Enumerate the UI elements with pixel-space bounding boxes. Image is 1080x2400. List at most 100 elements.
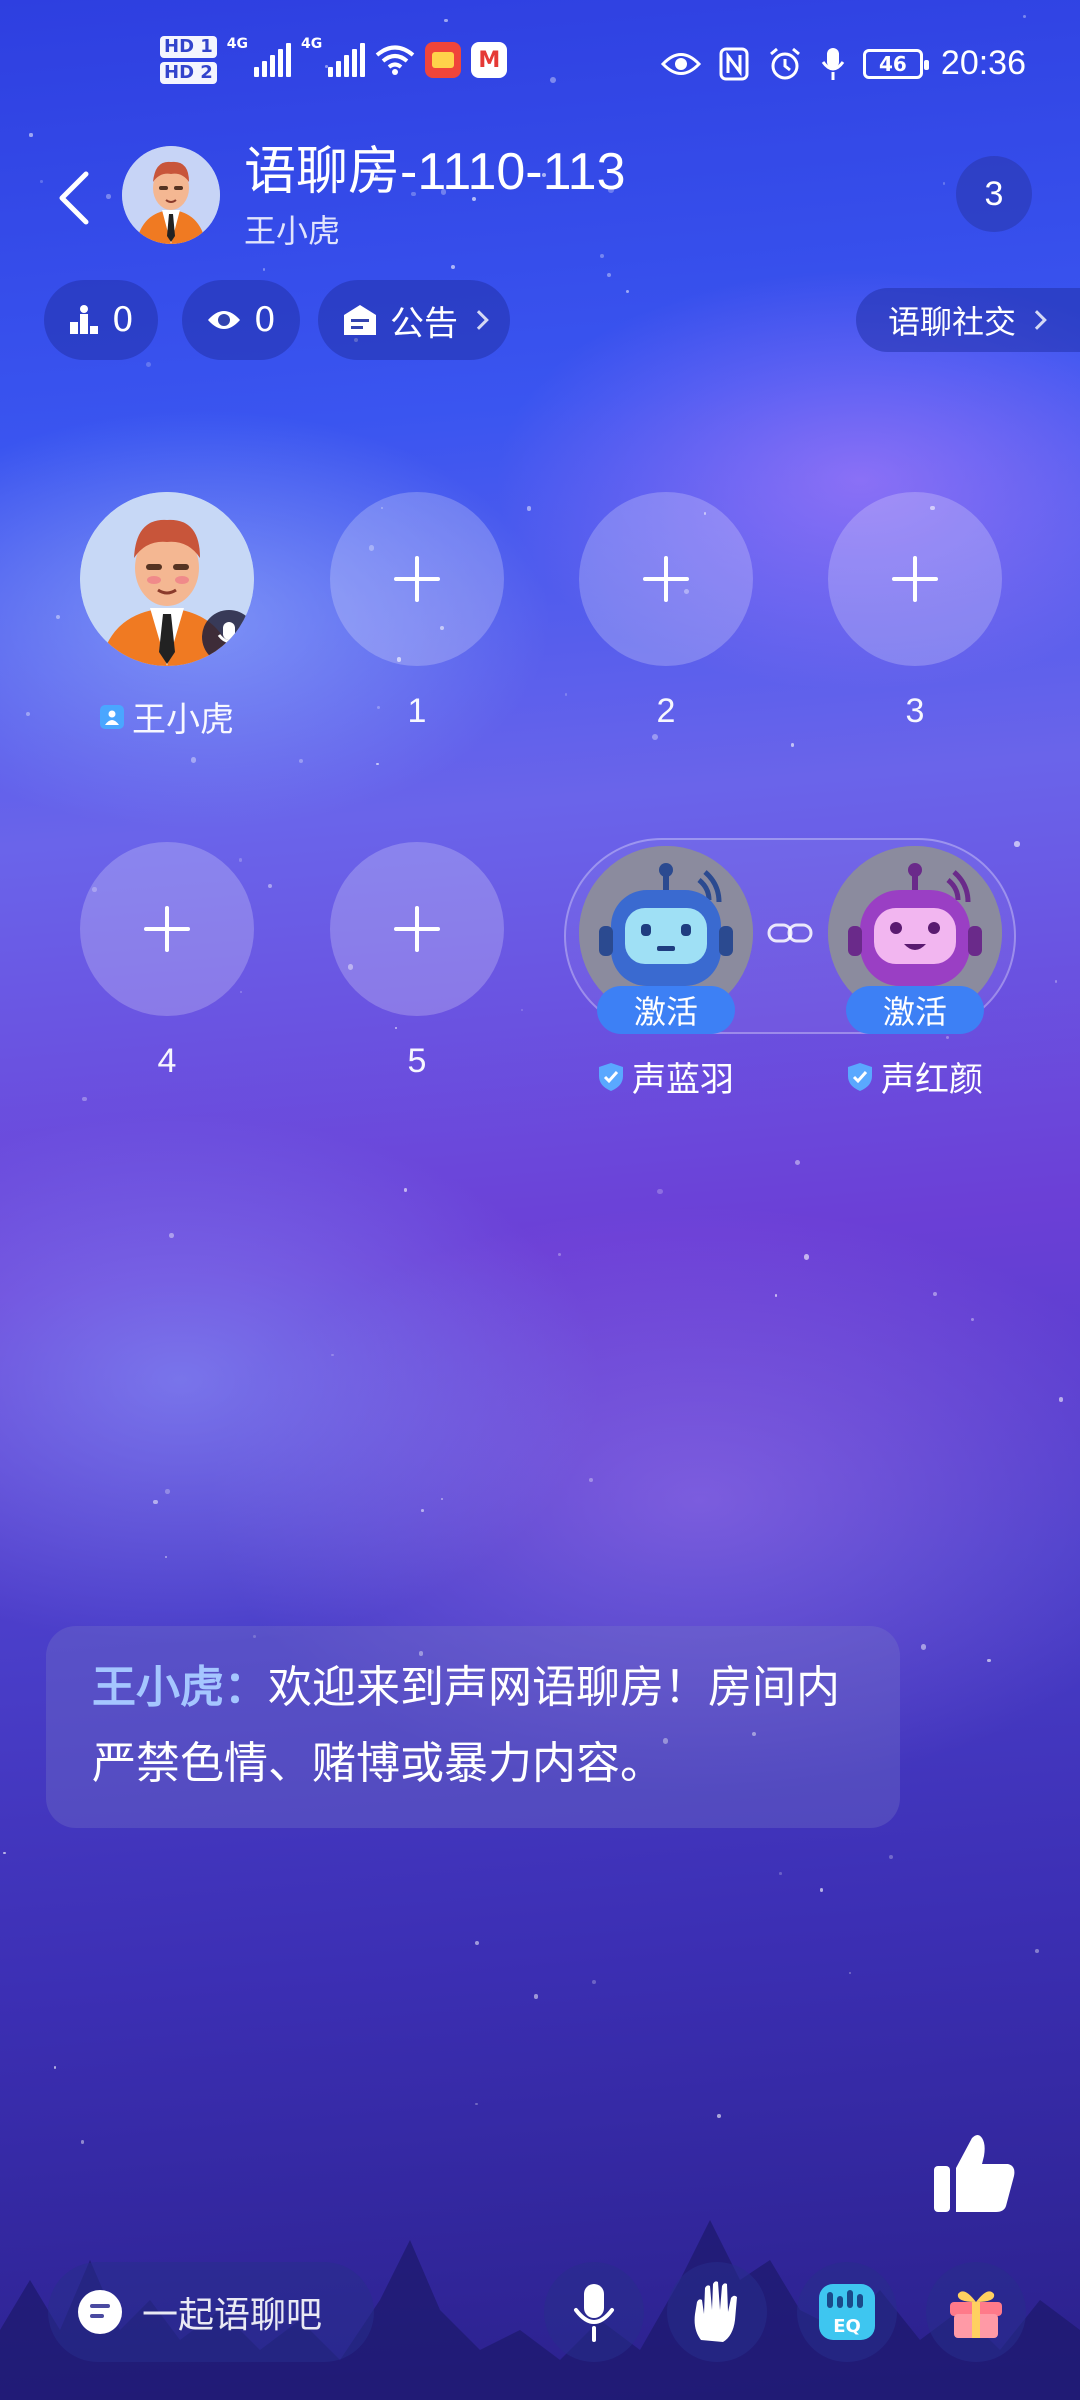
seat-3[interactable]: 3 (828, 492, 1002, 731)
star (1059, 1397, 1064, 1402)
plus-icon (643, 556, 689, 602)
social-button[interactable]: 语聊社交 (855, 288, 1080, 352)
ai-agent-blue-avatar[interactable]: 激活 (579, 846, 753, 1034)
eye-icon (208, 311, 240, 329)
seat-1-empty[interactable] (330, 492, 504, 666)
star (146, 362, 152, 368)
ai-agent-red-label: 声红颜 (828, 1052, 1002, 1101)
star (403, 1187, 408, 1192)
gift-button[interactable] (926, 2262, 1026, 2362)
star (779, 1872, 782, 1875)
seat-4-label: 4 (157, 1042, 177, 1080)
star (820, 1888, 824, 1892)
star (376, 763, 379, 766)
star (558, 1252, 562, 1256)
star (53, 2066, 57, 2069)
star (55, 615, 60, 620)
seat-3-label: 3 (905, 692, 925, 730)
star (848, 1971, 852, 1975)
mic-icon (217, 622, 241, 652)
star (920, 1644, 927, 1650)
star (626, 290, 630, 294)
star (803, 1254, 809, 1260)
star (262, 268, 265, 271)
seat-5[interactable]: 5 (330, 842, 504, 1081)
plus-icon (892, 556, 938, 602)
star (1034, 1949, 1039, 1953)
clock: 20:36 (940, 44, 1026, 82)
rank-count: 0 (112, 300, 134, 340)
star (1014, 841, 1020, 847)
hand-raise-icon (694, 2281, 737, 2342)
status-bar: HD 1 HD 2 4G 4G M 46 20:36 (0, 0, 1080, 130)
eq-button[interactable]: EQ (797, 2262, 897, 2362)
star (971, 1318, 975, 1322)
star (606, 272, 612, 277)
signal-icon (254, 43, 292, 77)
notice-icon (344, 305, 376, 335)
seat-2[interactable]: 2 (579, 492, 753, 731)
ai-agent-red[interactable]: 激活 声红颜 (828, 846, 1002, 1101)
seat-2-label: 2 (656, 692, 676, 730)
mic-status-icon (821, 47, 845, 80)
room-title: 语聊房-1110-113 (244, 143, 626, 201)
star (795, 1160, 801, 1166)
host-name: 王小虎 (244, 212, 341, 250)
chat-input[interactable]: 一起语聊吧 (48, 2262, 374, 2362)
seat-4-empty[interactable] (80, 842, 254, 1016)
ai-agent-blue[interactable]: 激活 声蓝羽 (579, 846, 753, 1101)
back-button[interactable] (50, 166, 98, 230)
verified-shield-icon (848, 1062, 872, 1091)
link-icon (767, 923, 813, 943)
viewers-pill[interactable]: 0 (182, 280, 300, 360)
wallet-app-icon (425, 42, 462, 78)
room-header: 语聊房-1110-113 王小虎 3 (0, 140, 1080, 260)
star (592, 1980, 596, 1985)
status-right: 46 20:36 (660, 44, 1026, 83)
seat-host[interactable]: 王小虎 (80, 492, 254, 741)
rank-pill[interactable]: 0 (44, 280, 158, 360)
activate-button-red[interactable]: 激活 (846, 986, 984, 1034)
seat-1[interactable]: 1 (330, 492, 504, 731)
host-avatar[interactable] (122, 146, 220, 244)
host-seat-avatar[interactable] (80, 492, 254, 666)
star (29, 133, 33, 137)
hand-raise-button[interactable] (667, 2262, 767, 2362)
star (25, 712, 30, 717)
star (475, 1941, 480, 1946)
ai-agent-blue-label: 声蓝羽 (579, 1052, 753, 1101)
chat-input-placeholder: 一起语聊吧 (142, 2295, 323, 2336)
star (165, 1555, 168, 1558)
notice-label: 公告 (390, 303, 458, 344)
nfc-icon (719, 47, 749, 80)
verified-shield-icon (599, 1062, 623, 1091)
seat-2-empty[interactable] (579, 492, 753, 666)
ai-agent-blue-name: 声蓝羽 (632, 1060, 734, 1100)
gift-icon (950, 2291, 1002, 2338)
notice-pill[interactable]: 公告 (318, 280, 510, 360)
star (526, 505, 532, 511)
plus-icon (394, 906, 440, 952)
status-left: HD 1 HD 2 4G 4G M (160, 36, 508, 84)
svg-text:EQ: EQ (833, 2316, 861, 2337)
star (80, 2140, 85, 2144)
seat-5-empty[interactable] (330, 842, 504, 1016)
seat-4[interactable]: 4 (80, 842, 254, 1081)
star (933, 1292, 938, 1297)
ai-agent-red-avatar[interactable]: 激活 (828, 846, 1002, 1034)
chat-message: 王小虎：欢迎来到声网语聊房！房间内严禁色情、赌博或暴力内容。 (46, 1626, 900, 1828)
star (987, 1658, 991, 1662)
star (451, 264, 456, 269)
star (657, 1188, 663, 1195)
online-count-button[interactable]: 3 (956, 156, 1032, 232)
seat-3-empty[interactable] (828, 492, 1002, 666)
star (164, 1489, 170, 1494)
eq-icon: EQ (819, 2284, 875, 2340)
star (475, 2102, 478, 2105)
mic-button[interactable] (544, 2262, 644, 2362)
star (421, 1508, 424, 1512)
activate-button-blue[interactable]: 激活 (597, 986, 735, 1034)
star (521, 1008, 524, 1011)
star-field (0, 0, 1080, 2400)
star (169, 1232, 174, 1238)
